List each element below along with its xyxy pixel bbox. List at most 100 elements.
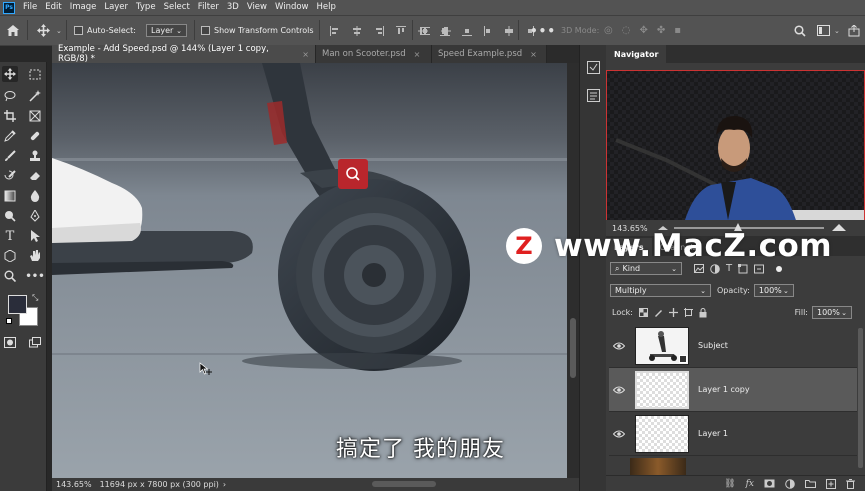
share-icon[interactable] (848, 16, 860, 45)
more-tools-icon[interactable]: ••• (25, 268, 44, 284)
menu-type[interactable]: Type (132, 0, 160, 15)
menu-layer[interactable]: Layer (100, 0, 132, 15)
distribute-top-icon[interactable] (420, 26, 430, 36)
home-icon[interactable] (6, 16, 20, 45)
3d-orbit-icon[interactable]: ◎ (604, 25, 613, 36)
menu-window[interactable]: Window (271, 0, 313, 15)
frame-tool-icon[interactable] (27, 108, 43, 124)
zoom-readout[interactable]: 143.65% (56, 480, 92, 489)
history-brush-tool-icon[interactable] (2, 168, 18, 184)
workspace-icon[interactable] (817, 16, 830, 45)
swap-colors-icon[interactable]: ⤡ (32, 293, 38, 303)
hand-tool-icon[interactable] (27, 248, 43, 264)
crop-tool-icon[interactable] (2, 108, 18, 124)
filter-adjustment-icon[interactable] (710, 263, 720, 274)
eraser-tool-icon[interactable] (27, 168, 43, 184)
new-group-icon[interactable] (805, 479, 816, 488)
menu-edit[interactable]: Edit (41, 0, 65, 15)
lock-artboard-icon[interactable] (683, 308, 693, 317)
layer-subject[interactable]: Subject (609, 324, 857, 368)
distribute-middle-icon[interactable] (441, 26, 451, 36)
magic-wand-tool-icon[interactable] (27, 88, 43, 104)
layer-layer-1[interactable]: Layer 1 (609, 412, 857, 456)
menu-3d[interactable]: 3D (223, 0, 243, 15)
shape-tool-icon[interactable] (2, 248, 18, 264)
new-layer-icon[interactable] (826, 478, 836, 489)
eye-visibility-icon[interactable] (611, 386, 627, 394)
move-tool-icon[interactable] (2, 66, 18, 82)
filter-type-icon[interactable]: T (726, 263, 732, 274)
lock-transparent-icon[interactable] (638, 308, 648, 317)
tab-speed-example[interactable]: Speed Example.psd × (432, 45, 547, 63)
search-icon[interactable] (794, 16, 806, 45)
layer-name[interactable]: Subject (698, 341, 728, 350)
default-colors-icon[interactable] (6, 318, 12, 324)
layers-scrollbar[interactable] (858, 328, 863, 468)
vertical-scrollbar[interactable] (567, 63, 579, 478)
lock-position-icon[interactable] (668, 308, 678, 317)
menu-view[interactable]: View (243, 0, 271, 15)
move-tool-icon[interactable] (37, 16, 50, 45)
lock-pixels-icon[interactable] (654, 308, 663, 317)
navigator-title[interactable]: Navigator (606, 45, 667, 63)
align-top-icon[interactable] (396, 25, 406, 36)
align-right-icon[interactable] (374, 25, 384, 36)
checkbox-box[interactable] (74, 26, 83, 35)
checkbox-box[interactable] (201, 26, 210, 35)
gradient-tool-icon[interactable] (2, 188, 18, 204)
close-icon[interactable]: × (302, 50, 309, 59)
zoom-tool-icon[interactable] (2, 268, 18, 284)
lasso-tool-icon[interactable] (2, 88, 18, 104)
adjustment-layer-icon[interactable] (785, 478, 795, 489)
align-center-icon[interactable] (352, 25, 362, 36)
history-panel-icon[interactable] (587, 61, 600, 77)
layer-name[interactable]: Layer 1 copy (698, 385, 750, 394)
horizontal-scrollbar[interactable] (372, 481, 436, 487)
brush-tool-icon[interactable] (2, 148, 18, 164)
path-selection-tool-icon[interactable] (27, 228, 43, 244)
eye-visibility-icon[interactable] (611, 342, 627, 350)
close-icon[interactable]: × (414, 50, 421, 59)
3d-scale-icon[interactable]: ▪ (674, 25, 681, 36)
eye-visibility-icon[interactable] (611, 430, 627, 438)
properties-panel-icon[interactable] (587, 89, 600, 105)
3d-roll-icon[interactable]: ◌ (622, 25, 631, 36)
align-left-icon[interactable] (330, 25, 340, 36)
show-transform-checkbox[interactable]: Show Transform Controls (201, 16, 314, 45)
filter-toggle-icon[interactable] (776, 265, 783, 272)
menu-image[interactable]: Image (66, 0, 101, 15)
auto-select-dropdown[interactable]: Layer ⌄ (146, 16, 187, 45)
eyedropper-tool-icon[interactable] (2, 128, 18, 144)
filter-pixel-icon[interactable] (694, 264, 704, 273)
document-canvas[interactable] (52, 63, 567, 478)
chevron-down-icon[interactable]: ⌄ (834, 16, 840, 45)
pen-tool-icon[interactable] (27, 208, 43, 224)
foreground-color-swatch[interactable] (8, 295, 27, 314)
blur-tool-icon[interactable] (27, 188, 43, 204)
marquee-tool-icon[interactable] (27, 66, 43, 82)
menu-file[interactable]: File (19, 0, 41, 15)
layer-name[interactable]: Layer 1 (698, 429, 728, 438)
3d-slide-icon[interactable]: ✤ (657, 25, 665, 36)
lock-all-icon[interactable] (699, 307, 707, 318)
fill-input[interactable]: 100% ⌄ (812, 306, 852, 319)
distribute-bottom-icon[interactable] (462, 26, 472, 36)
menu-help[interactable]: Help (313, 0, 340, 15)
filter-smart-object-icon[interactable] (754, 264, 765, 274)
link-layers-icon[interactable]: ⛓ (724, 479, 735, 489)
menu-select[interactable]: Select (160, 0, 194, 15)
type-tool-icon[interactable]: T (2, 228, 18, 244)
dodge-tool-icon[interactable] (2, 208, 18, 224)
clone-stamp-tool-icon[interactable] (27, 148, 43, 164)
tab-man-on-scooter[interactable]: Man on Scooter.psd × (316, 45, 432, 63)
menu-filter[interactable]: Filter (194, 0, 223, 15)
quick-mask-icon[interactable] (2, 334, 18, 350)
scroll-thumb[interactable] (570, 318, 576, 378)
screen-mode-icon[interactable] (27, 334, 43, 350)
healing-brush-tool-icon[interactable] (27, 128, 43, 144)
close-icon[interactable]: × (530, 50, 537, 59)
add-mask-icon[interactable] (764, 479, 775, 488)
layer-layer-1-copy[interactable]: Layer 1 copy (609, 368, 857, 412)
distribute-left-icon[interactable] (483, 25, 493, 36)
chevron-right-icon[interactable]: › (223, 480, 226, 489)
